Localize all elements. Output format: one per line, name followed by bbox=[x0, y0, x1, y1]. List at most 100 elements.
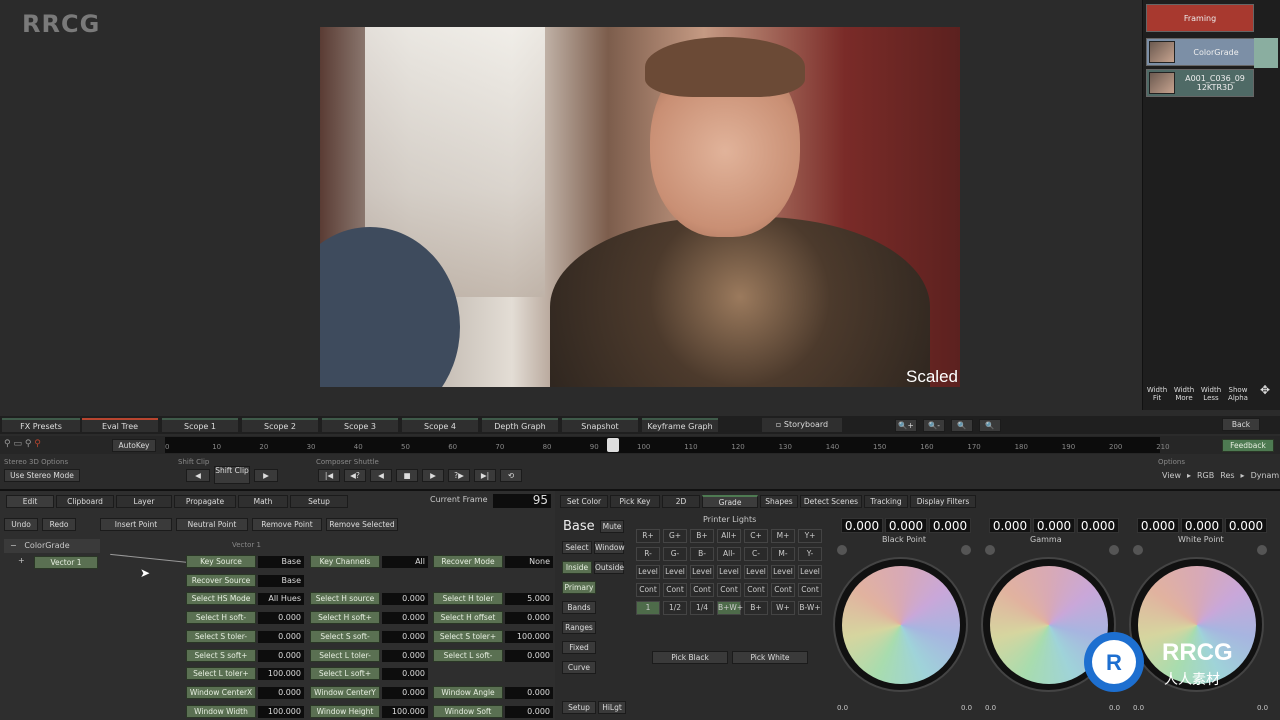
outside-button[interactable]: Outside bbox=[594, 561, 624, 574]
node-colorgrade[interactable]: ColorGrade bbox=[1146, 38, 1256, 66]
key-tools-icons[interactable]: ⚲ ▭ ⚲ ⚲ bbox=[4, 439, 41, 449]
param-value-field[interactable]: 0.000 bbox=[258, 686, 304, 699]
param-value-field[interactable]: 0.000 bbox=[505, 705, 553, 718]
param-value-field[interactable]: 100.000 bbox=[505, 630, 553, 643]
printer-light-button[interactable]: 1/2 bbox=[663, 601, 687, 615]
wheel-value-field[interactable]: 0.000 bbox=[885, 518, 927, 533]
wheel-value-field[interactable]: 0.000 bbox=[841, 518, 883, 533]
wheel-value-field[interactable]: 0.000 bbox=[989, 518, 1031, 533]
play-icon[interactable]: ▶ bbox=[422, 469, 444, 482]
wheel-value-field[interactable]: 0.000 bbox=[929, 518, 971, 533]
grade-tab-set-color[interactable]: Set Color bbox=[560, 495, 608, 508]
feedback-button[interactable]: Feedback bbox=[1222, 439, 1274, 452]
color-wheel-hue[interactable] bbox=[841, 565, 960, 684]
param-label[interactable]: Window Height bbox=[310, 704, 380, 718]
step-back-icon[interactable]: ◀ bbox=[370, 469, 392, 482]
param-value-field[interactable]: 100.000 bbox=[258, 668, 304, 681]
grade-tab-grade[interactable]: Grade bbox=[702, 495, 758, 508]
autokey-button[interactable]: AutoKey bbox=[112, 439, 156, 452]
printer-light-button[interactable]: Cont bbox=[690, 583, 714, 597]
grade-tab-pick-key[interactable]: Pick Key bbox=[610, 495, 660, 508]
param-label[interactable]: Select H soft+ bbox=[310, 611, 380, 625]
tab-snapshot[interactable]: Snapshot bbox=[562, 418, 638, 432]
param-label[interactable]: Select S soft+ bbox=[186, 648, 256, 662]
printer-light-button[interactable]: B- bbox=[690, 547, 714, 561]
redo-button[interactable]: Redo bbox=[42, 518, 76, 531]
wheel-value-field[interactable]: 0.000 bbox=[1033, 518, 1075, 533]
param-label[interactable]: Key Channels bbox=[310, 555, 380, 568]
mute-button[interactable]: Mute bbox=[600, 520, 624, 533]
printer-light-button[interactable]: All+ bbox=[717, 529, 741, 543]
tab-depth-graph[interactable]: Depth Graph bbox=[482, 418, 558, 432]
tree-colorgrade-row[interactable]: − ColorGrade bbox=[4, 539, 100, 553]
side-item-curve[interactable]: Curve bbox=[562, 661, 596, 674]
param-label[interactable]: Select HS Mode bbox=[186, 592, 256, 606]
param-value-field[interactable]: None bbox=[505, 556, 553, 568]
grade-tab-tracking[interactable]: Tracking bbox=[864, 495, 908, 508]
node-framing[interactable]: Framing bbox=[1146, 4, 1254, 32]
param-value-field[interactable]: 5.000 bbox=[505, 593, 553, 606]
param-label[interactable]: Window Soft bbox=[433, 704, 503, 718]
rgb-toggle[interactable]: RGB bbox=[1197, 471, 1214, 480]
width-more-button[interactable]: Width More bbox=[1172, 386, 1196, 402]
printer-light-button[interactable]: All- bbox=[717, 547, 741, 561]
tab-scope-4[interactable]: Scope 4 bbox=[402, 418, 478, 432]
printer-light-button[interactable]: 1 bbox=[636, 601, 660, 615]
grade-tab-2d[interactable]: 2D bbox=[662, 495, 700, 508]
width-less-button[interactable]: Width Less bbox=[1199, 386, 1223, 402]
param-label[interactable]: Select H soft- bbox=[186, 611, 256, 625]
printer-light-button[interactable]: Level bbox=[636, 565, 660, 579]
wheel-reset-icon[interactable] bbox=[837, 545, 847, 555]
printer-light-button[interactable]: Level bbox=[798, 565, 822, 579]
shift-clip-button[interactable]: Shift Clip bbox=[214, 466, 250, 484]
zoom-reset-icon[interactable]: 🔍 bbox=[979, 419, 1001, 432]
dynamic-toggle[interactable]: Dynamic bbox=[1251, 471, 1280, 480]
printer-light-button[interactable]: Level bbox=[663, 565, 687, 579]
wheel-reset-icon[interactable] bbox=[1109, 545, 1119, 555]
side-item-bands[interactable]: Bands bbox=[562, 601, 596, 614]
edit-tab-edit[interactable]: Edit bbox=[6, 495, 54, 508]
param-label[interactable]: Select S soft- bbox=[310, 629, 380, 643]
printer-light-button[interactable]: B-W+ bbox=[798, 601, 822, 615]
zoom-out-icon[interactable]: 🔍- bbox=[923, 419, 945, 432]
param-value-field[interactable]: 0.000 bbox=[382, 686, 428, 699]
go-end-icon[interactable]: ▶| bbox=[474, 469, 496, 482]
tree-expand-icon[interactable]: + bbox=[18, 556, 25, 565]
remove-point-button[interactable]: Remove Point bbox=[252, 518, 322, 531]
wheel-value-field[interactable]: 0.000 bbox=[1225, 518, 1267, 533]
param-label[interactable]: Select S toler+ bbox=[433, 629, 503, 643]
grade-tab-detect-scenes[interactable]: Detect Scenes bbox=[800, 495, 862, 508]
param-value-field[interactable]: 0.000 bbox=[382, 668, 428, 681]
neutral-point-button[interactable]: Neutral Point bbox=[176, 518, 248, 531]
go-start-icon[interactable]: |◀ bbox=[318, 469, 340, 482]
param-value-field[interactable]: All bbox=[382, 556, 428, 568]
grade-tab-shapes[interactable]: Shapes bbox=[760, 495, 798, 508]
printer-light-button[interactable]: C+ bbox=[744, 529, 768, 543]
printer-light-button[interactable]: G- bbox=[663, 547, 687, 561]
printer-light-button[interactable]: Cont bbox=[744, 583, 768, 597]
param-label[interactable]: Select H offset bbox=[433, 611, 503, 625]
printer-light-button[interactable]: Cont bbox=[717, 583, 741, 597]
param-label[interactable]: Window CenterY bbox=[310, 685, 380, 699]
printer-light-button[interactable]: G+ bbox=[663, 529, 687, 543]
param-value-field[interactable]: 0.000 bbox=[505, 649, 553, 662]
printer-light-button[interactable]: Cont bbox=[798, 583, 822, 597]
printer-light-button[interactable]: R+ bbox=[636, 529, 660, 543]
param-label[interactable]: Select H source bbox=[310, 592, 380, 606]
printer-light-button[interactable]: M- bbox=[771, 547, 795, 561]
width-fit-button[interactable]: Width Fit bbox=[1145, 386, 1169, 402]
wheel-reset-icon[interactable] bbox=[961, 545, 971, 555]
printer-light-button[interactable]: B+W+ bbox=[717, 601, 743, 615]
printer-light-button[interactable]: Cont bbox=[663, 583, 687, 597]
loop-icon[interactable]: ⟲ bbox=[500, 469, 522, 482]
printer-light-button[interactable]: Cont bbox=[771, 583, 795, 597]
param-label[interactable]: Select L soft+ bbox=[310, 667, 380, 681]
window-button[interactable]: Window bbox=[594, 541, 625, 554]
next-key-icon[interactable]: ?▶ bbox=[448, 469, 470, 482]
side-item-primary[interactable]: Primary bbox=[562, 581, 596, 594]
param-label[interactable]: Window Width bbox=[186, 704, 256, 718]
param-value-field[interactable]: 0.000 bbox=[505, 686, 553, 699]
param-label[interactable]: Window Angle bbox=[433, 685, 503, 699]
color-wheel[interactable] bbox=[833, 557, 968, 692]
param-value-field[interactable]: 0.000 bbox=[258, 649, 304, 662]
